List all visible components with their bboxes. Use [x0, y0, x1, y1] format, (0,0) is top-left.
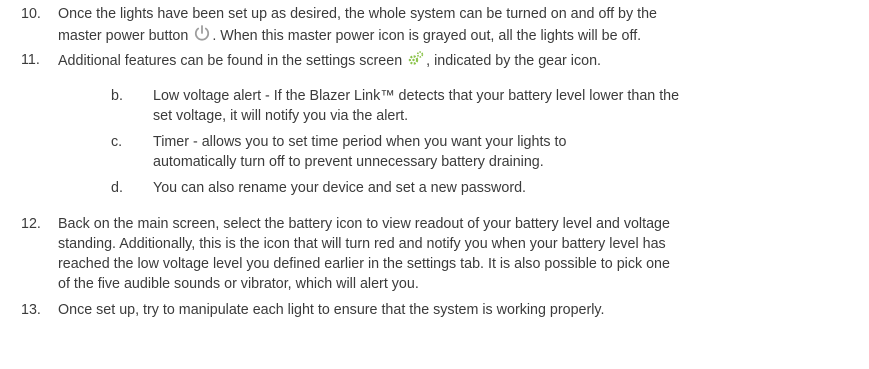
step-number: 11. [21, 52, 40, 68]
step-line: reached the low voltage level you define… [58, 256, 670, 272]
step-number: 10. [21, 6, 41, 22]
step-number: d. [111, 180, 123, 196]
step-number: 13. [21, 302, 41, 318]
step-line: You can also rename your device and set … [153, 180, 527, 196]
step-text: Once the lights have been set up as desi… [58, 4, 848, 48]
step-line: master power button . When this master p… [58, 24, 848, 48]
gear-icon [407, 50, 425, 72]
step-text-segment: Additional features can be found in the … [58, 52, 403, 69]
step-line: set voltage, it will notify you via the … [153, 108, 409, 124]
step-number: b. [111, 88, 123, 104]
step-text: Low voltage alert - If the Blazer Link™ … [153, 86, 843, 126]
step-line: automatically turn off to prevent unnece… [153, 154, 544, 170]
step-text: Timer - allows you to set time period wh… [153, 132, 843, 172]
step-line: Once the lights have been set up as desi… [58, 6, 658, 22]
step-line: Timer - allows you to set time period wh… [153, 134, 567, 150]
power-icon [193, 24, 211, 48]
step-text: Additional features can be found in the … [58, 50, 848, 72]
step-number: 12. [21, 216, 41, 232]
step-text-segment: . When this master power icon is grayed … [212, 27, 642, 44]
step-line: Low voltage alert - If the Blazer Link™ … [153, 88, 680, 104]
step-text: You can also rename your device and set … [153, 178, 843, 198]
step-text: Once set up, try to manipulate each ligh… [58, 300, 848, 320]
step-text-segment: , indicated by the gear icon. [426, 52, 601, 69]
step-line: Once set up, try to manipulate each ligh… [58, 302, 605, 318]
step-number: c. [111, 134, 123, 150]
step-line: of the five audible sounds or vibrator, … [58, 276, 419, 292]
step-line: standing. Additionally, this is the icon… [58, 236, 666, 252]
step-line: Back on the main screen, select the batt… [58, 216, 670, 232]
step-text: Back on the main screen, select the batt… [58, 214, 848, 294]
step-text-segment: master power button [58, 27, 189, 44]
